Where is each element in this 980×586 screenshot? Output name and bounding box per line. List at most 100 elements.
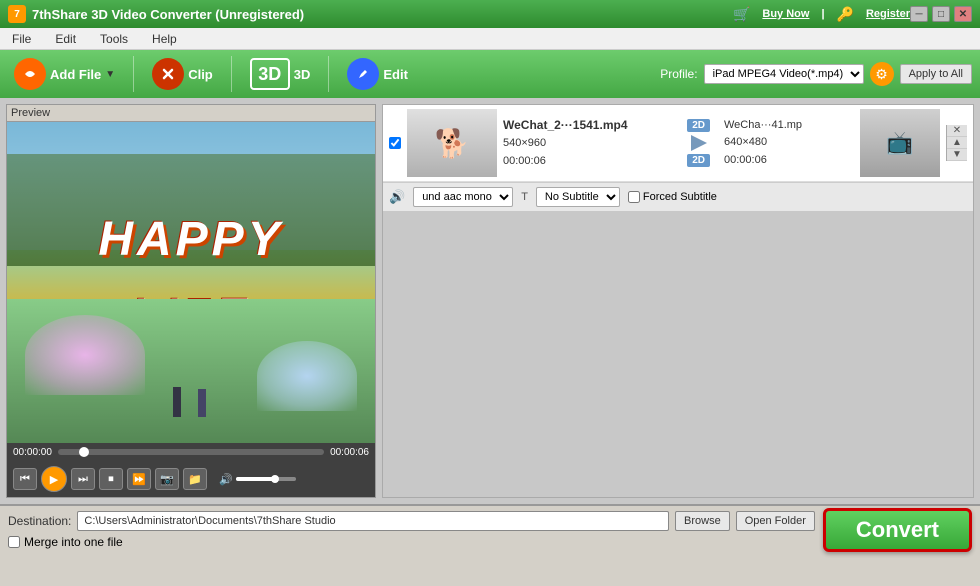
play-button[interactable]: ▶ [41,466,67,492]
preview-happy-text: HAPPY [98,212,283,267]
file-checkbox[interactable] [389,137,401,149]
menu-help[interactable]: Help [148,30,181,48]
cart-icon: 🛒 [733,6,750,23]
minimize-button[interactable]: ─ [910,6,928,22]
forced-subtitle-area: Forced Subtitle [628,191,717,203]
source-file-info: WeChat_2···1541.mp4 540×960 00:00:06 [503,116,673,170]
volume-thumb[interactable] [271,475,279,483]
title-bar: 7 7thShare 3D Video Converter (Unregiste… [0,0,980,28]
volume-icon: 🔊 [219,473,233,486]
output-resolution: 640×480 [724,134,854,152]
3d-button[interactable]: 3D 3D [244,54,317,94]
merge-row: Merge into one file [8,535,815,549]
destination-section: Destination: C:\Users\Administrator\Docu… [8,511,815,549]
destination-label: Destination: [8,514,71,528]
progress-thumb[interactable] [79,447,89,457]
fast-forward-button[interactable]: ⏭ [71,468,95,490]
output-filename: WeCha···41.mp [724,117,854,135]
merge-checkbox[interactable] [8,536,20,548]
folder-button[interactable]: 📁 [183,468,207,490]
next-frame-button[interactable]: ⏩ [127,468,151,490]
volume-area: 🔊 [219,473,296,486]
controls-area: ⏮ ▶ ⏭ ⏹ ⏩ 📷 📁 🔊 [7,461,375,497]
subtitle-icon: T [521,191,528,203]
preview-figure1 [173,387,181,417]
source-thumb-image: 🐕 [407,109,497,177]
separator2 [231,56,232,92]
app-icon: 7 [8,5,26,23]
screenshot-button[interactable]: 📷 [155,468,179,490]
time-start: 00:00:00 [13,447,52,458]
preview-figure2 [198,389,206,417]
open-folder-button[interactable]: Open Folder [736,511,815,531]
key-icon: 🔑 [837,6,854,23]
close-button[interactable]: ✕ [954,6,972,22]
source-badge: 2D [687,119,710,132]
forced-subtitle-label: Forced Subtitle [643,191,717,203]
menu-bar: File Edit Tools Help [0,28,980,50]
toolbar: Add File ▼ Clip 3D 3D Edit Profile: iPad… [0,50,980,98]
buy-now-link[interactable]: Buy Now [762,8,809,20]
output-file-info: WeCha···41.mp 640×480 00:00:06 [724,117,854,170]
bottom-area: Destination: C:\Users\Administrator\Docu… [0,504,980,554]
arrow-3d: 2D 2D [687,119,710,167]
menu-file[interactable]: File [8,30,35,48]
output-thumbnail: 📺 [860,109,940,177]
convert-button-area: Convert [823,508,972,552]
audio-select[interactable]: und aac mono [413,187,513,207]
add-file-button[interactable]: Add File ▼ [8,54,121,94]
preview-label: Preview [7,105,375,122]
time-end: 00:00:06 [330,447,369,458]
separator3 [328,56,329,92]
file-list-empty-area [383,211,973,497]
browse-button[interactable]: Browse [675,511,730,531]
source-resolution: 540×960 [503,135,673,153]
profile-select[interactable]: iPad MPEG4 Video(*.mp4) [704,64,864,84]
destination-row: Destination: C:\Users\Administrator\Docu… [8,511,815,531]
subtitle-select[interactable]: No Subtitle [536,187,620,207]
arrow-container [691,135,707,151]
scroll-up-button[interactable]: ▲ [947,137,967,149]
progress-track[interactable] [58,449,324,455]
progress-bar-area: 00:00:00 00:00:06 [7,443,375,461]
source-duration: 00:00:06 [503,153,673,171]
merge-label: Merge into one file [24,535,123,549]
menu-tools[interactable]: Tools [96,30,132,48]
settings-icon[interactable]: ⚙ [870,62,894,86]
audio-subtitle-row: 🔊 und aac mono T No Subtitle Forced Subt… [383,182,973,211]
convert-button[interactable]: Convert [823,508,972,552]
add-file-dropdown-icon[interactable]: ▼ [105,69,115,80]
separator [133,56,134,92]
rewind-button[interactable]: ⏮ [13,468,37,490]
forced-subtitle-checkbox[interactable] [628,191,640,203]
volume-track[interactable] [236,477,296,481]
output-badge: 2D [687,154,710,167]
register-link[interactable]: Register [866,8,910,20]
apply-to-all-button[interactable]: Apply to All [900,64,972,84]
arrow-right-icon [691,135,707,151]
app-title: 7thShare 3D Video Converter (Unregistere… [32,7,733,22]
edit-icon [347,58,379,90]
stop-button[interactable]: ⏹ [99,468,123,490]
add-file-icon [14,58,46,90]
preview-blossom1 [25,315,145,395]
output-duration: 00:00:06 [724,152,854,170]
preview-image: HAPPY LIFE [7,122,375,443]
main-area: Preview HAPPY LIFE 00:00:00 00:00:06 [0,98,980,504]
edit-button[interactable]: Edit [341,54,414,94]
scroll-down-button[interactable]: ▼ [947,149,967,161]
title-shop-area: 🛒 Buy Now | 🔑 Register [733,6,910,23]
close-item-button[interactable]: ✕ [947,125,967,137]
preview-panel: Preview HAPPY LIFE 00:00:00 00:00:06 [6,104,376,498]
maximize-button[interactable]: □ [932,6,950,22]
file-panel: 🐕 WeChat_2···1541.mp4 540×960 00:00:06 2… [382,104,974,498]
clip-button[interactable]: Clip [146,54,219,94]
window-controls: ─ □ ✕ [910,6,972,22]
3d-icon: 3D [250,58,290,90]
source-thumbnail: 🐕 [407,109,497,177]
profile-area: Profile: iPad MPEG4 Video(*.mp4) ⚙ Apply… [660,62,972,86]
profile-label: Profile: [660,67,697,81]
preview-blossom2 [257,341,357,411]
audio-icon: 🔊 [389,189,405,205]
menu-edit[interactable]: Edit [51,30,80,48]
